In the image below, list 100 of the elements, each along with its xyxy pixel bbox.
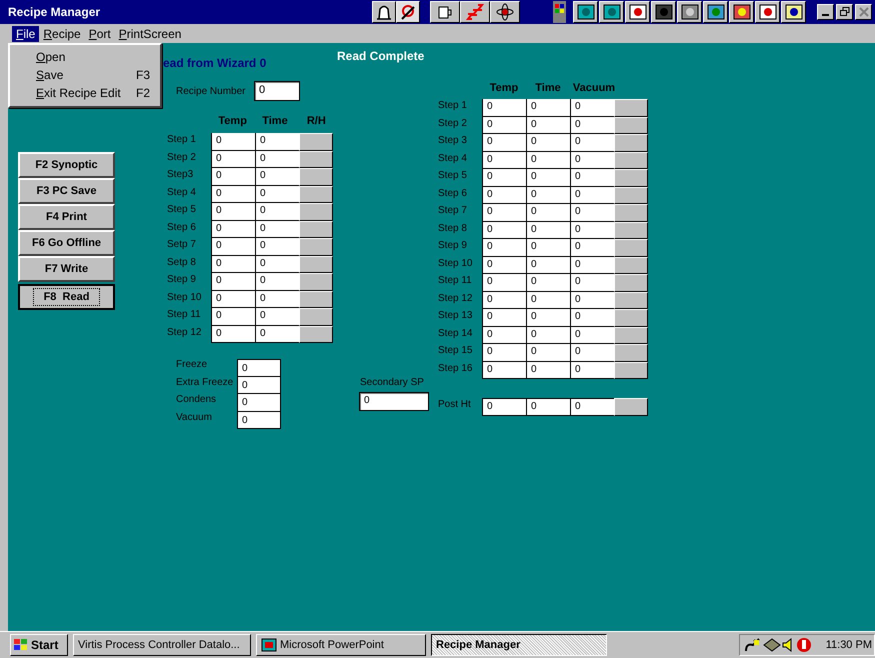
row-button[interactable] <box>299 308 333 326</box>
input-field[interactable]: 0 <box>526 398 570 416</box>
app-shortcut-button[interactable] <box>703 1 728 23</box>
function-button[interactable]: F2 Synoptic <box>18 152 115 178</box>
recipe-number-field[interactable]: 0 <box>254 81 300 101</box>
row-button[interactable] <box>614 362 648 379</box>
input-field[interactable]: 0 <box>255 308 299 326</box>
app-shortcut-button[interactable] <box>651 1 676 23</box>
app-shortcut-button[interactable] <box>781 1 806 23</box>
input-field[interactable]: 0 <box>211 308 255 326</box>
row-button[interactable] <box>614 152 648 169</box>
menu-option[interactable]: Save F3 <box>10 66 160 84</box>
input-field[interactable]: 0 <box>211 290 255 308</box>
app-shortcut-button[interactable] <box>755 1 780 23</box>
input-field[interactable]: 0 <box>526 204 570 222</box>
input-field[interactable]: 0 <box>482 204 526 222</box>
input-field[interactable]: 0 <box>570 169 614 186</box>
input-field[interactable]: 0 <box>482 239 526 256</box>
row-button[interactable] <box>614 309 648 326</box>
input-field[interactable]: 0 <box>570 274 614 292</box>
input-field[interactable]: 0 <box>211 326 255 343</box>
row-button[interactable] <box>614 204 648 222</box>
row-button[interactable] <box>299 290 333 308</box>
input-field[interactable]: 0 <box>570 99 614 116</box>
row-button[interactable] <box>299 186 333 203</box>
menu-item[interactable]: Recipe <box>39 26 85 42</box>
input-field[interactable]: 0 <box>570 309 614 326</box>
input-field[interactable]: 0 <box>482 134 526 152</box>
input-field[interactable]: 0 <box>570 186 614 204</box>
toolbar-button[interactable] <box>430 1 460 23</box>
input-field[interactable]: 0 <box>482 362 526 379</box>
taskbar-button[interactable]: Microsoft PowerPoint <box>256 634 426 656</box>
input-field[interactable]: 0 <box>526 99 570 116</box>
row-button[interactable] <box>299 238 333 256</box>
input-field[interactable]: 0 <box>526 134 570 152</box>
secondary-sp-field[interactable]: 0 <box>359 392 429 411</box>
input-field[interactable]: 0 <box>237 394 281 412</box>
close-button[interactable] <box>855 4 872 20</box>
toolbar-button[interactable] <box>490 1 520 23</box>
input-field[interactable]: 0 <box>482 344 526 362</box>
input-field[interactable]: 0 <box>526 344 570 362</box>
function-button[interactable]: F6 Go Offline <box>18 230 115 256</box>
input-field[interactable]: 0 <box>570 362 614 379</box>
row-button[interactable] <box>614 274 648 292</box>
function-button[interactable]: F3 PC Save <box>18 178 115 204</box>
input-field[interactable]: 0 <box>482 256 526 274</box>
input-field[interactable]: 0 <box>526 186 570 204</box>
input-field[interactable]: 0 <box>482 116 526 134</box>
input-field[interactable]: 0 <box>237 376 281 394</box>
row-button[interactable] <box>614 292 648 309</box>
taskbar-button[interactable]: Virtis Process Controller Datalo... <box>73 634 251 656</box>
input-field[interactable]: 0 <box>570 239 614 256</box>
menu-item[interactable]: PrintScreen <box>114 26 186 42</box>
input-field[interactable]: 0 <box>255 326 299 343</box>
input-field[interactable]: 0 <box>482 99 526 116</box>
input-field[interactable]: 0 <box>255 203 299 220</box>
input-field[interactable]: 0 <box>570 152 614 169</box>
toolbar-button[interactable] <box>396 1 420 23</box>
input-field[interactable]: 0 <box>570 204 614 222</box>
menu-item[interactable]: File <box>12 26 40 42</box>
app-shortcut-button[interactable] <box>729 1 754 23</box>
input-field[interactable]: 0 <box>570 292 614 309</box>
input-field[interactable]: 0 <box>211 220 255 238</box>
input-field[interactable]: 0 <box>255 168 299 186</box>
row-button[interactable] <box>614 344 648 362</box>
menu-item[interactable]: Port <box>84 26 115 42</box>
input-field[interactable]: 0 <box>570 344 614 362</box>
row-button[interactable] <box>299 133 333 150</box>
app-shortcut-button[interactable] <box>599 1 624 23</box>
restore-button[interactable] <box>836 4 853 20</box>
row-button[interactable] <box>299 203 333 220</box>
input-field[interactable]: 0 <box>255 273 299 290</box>
function-button[interactable]: F7 Write <box>18 256 115 282</box>
input-field[interactable]: 0 <box>526 169 570 186</box>
row-button[interactable] <box>614 222 648 239</box>
row-button[interactable] <box>614 239 648 256</box>
input-field[interactable]: 0 <box>211 150 255 168</box>
input-field[interactable]: 0 <box>255 256 299 273</box>
row-button[interactable] <box>299 150 333 168</box>
input-field[interactable]: 0 <box>570 398 614 416</box>
input-field[interactable]: 0 <box>211 273 255 290</box>
input-field[interactable]: 0 <box>570 222 614 239</box>
input-field[interactable]: 0 <box>482 274 526 292</box>
app-shortcut-button[interactable] <box>677 1 702 23</box>
input-field[interactable]: 0 <box>482 152 526 169</box>
row-button[interactable] <box>614 256 648 274</box>
input-field[interactable]: 0 <box>482 398 526 416</box>
input-field[interactable]: 0 <box>255 133 299 150</box>
input-field[interactable]: 0 <box>255 186 299 203</box>
input-field[interactable]: 0 <box>255 150 299 168</box>
start-button[interactable]: Start <box>10 634 68 656</box>
input-field[interactable]: 0 <box>526 222 570 239</box>
input-field[interactable]: 0 <box>255 290 299 308</box>
input-field[interactable]: 0 <box>211 238 255 256</box>
input-field[interactable]: 0 <box>570 326 614 344</box>
minimize-button[interactable] <box>817 4 834 20</box>
row-button[interactable] <box>299 326 333 343</box>
row-button[interactable] <box>614 326 648 344</box>
input-field[interactable]: 0 <box>526 116 570 134</box>
input-field[interactable]: 0 <box>570 116 614 134</box>
